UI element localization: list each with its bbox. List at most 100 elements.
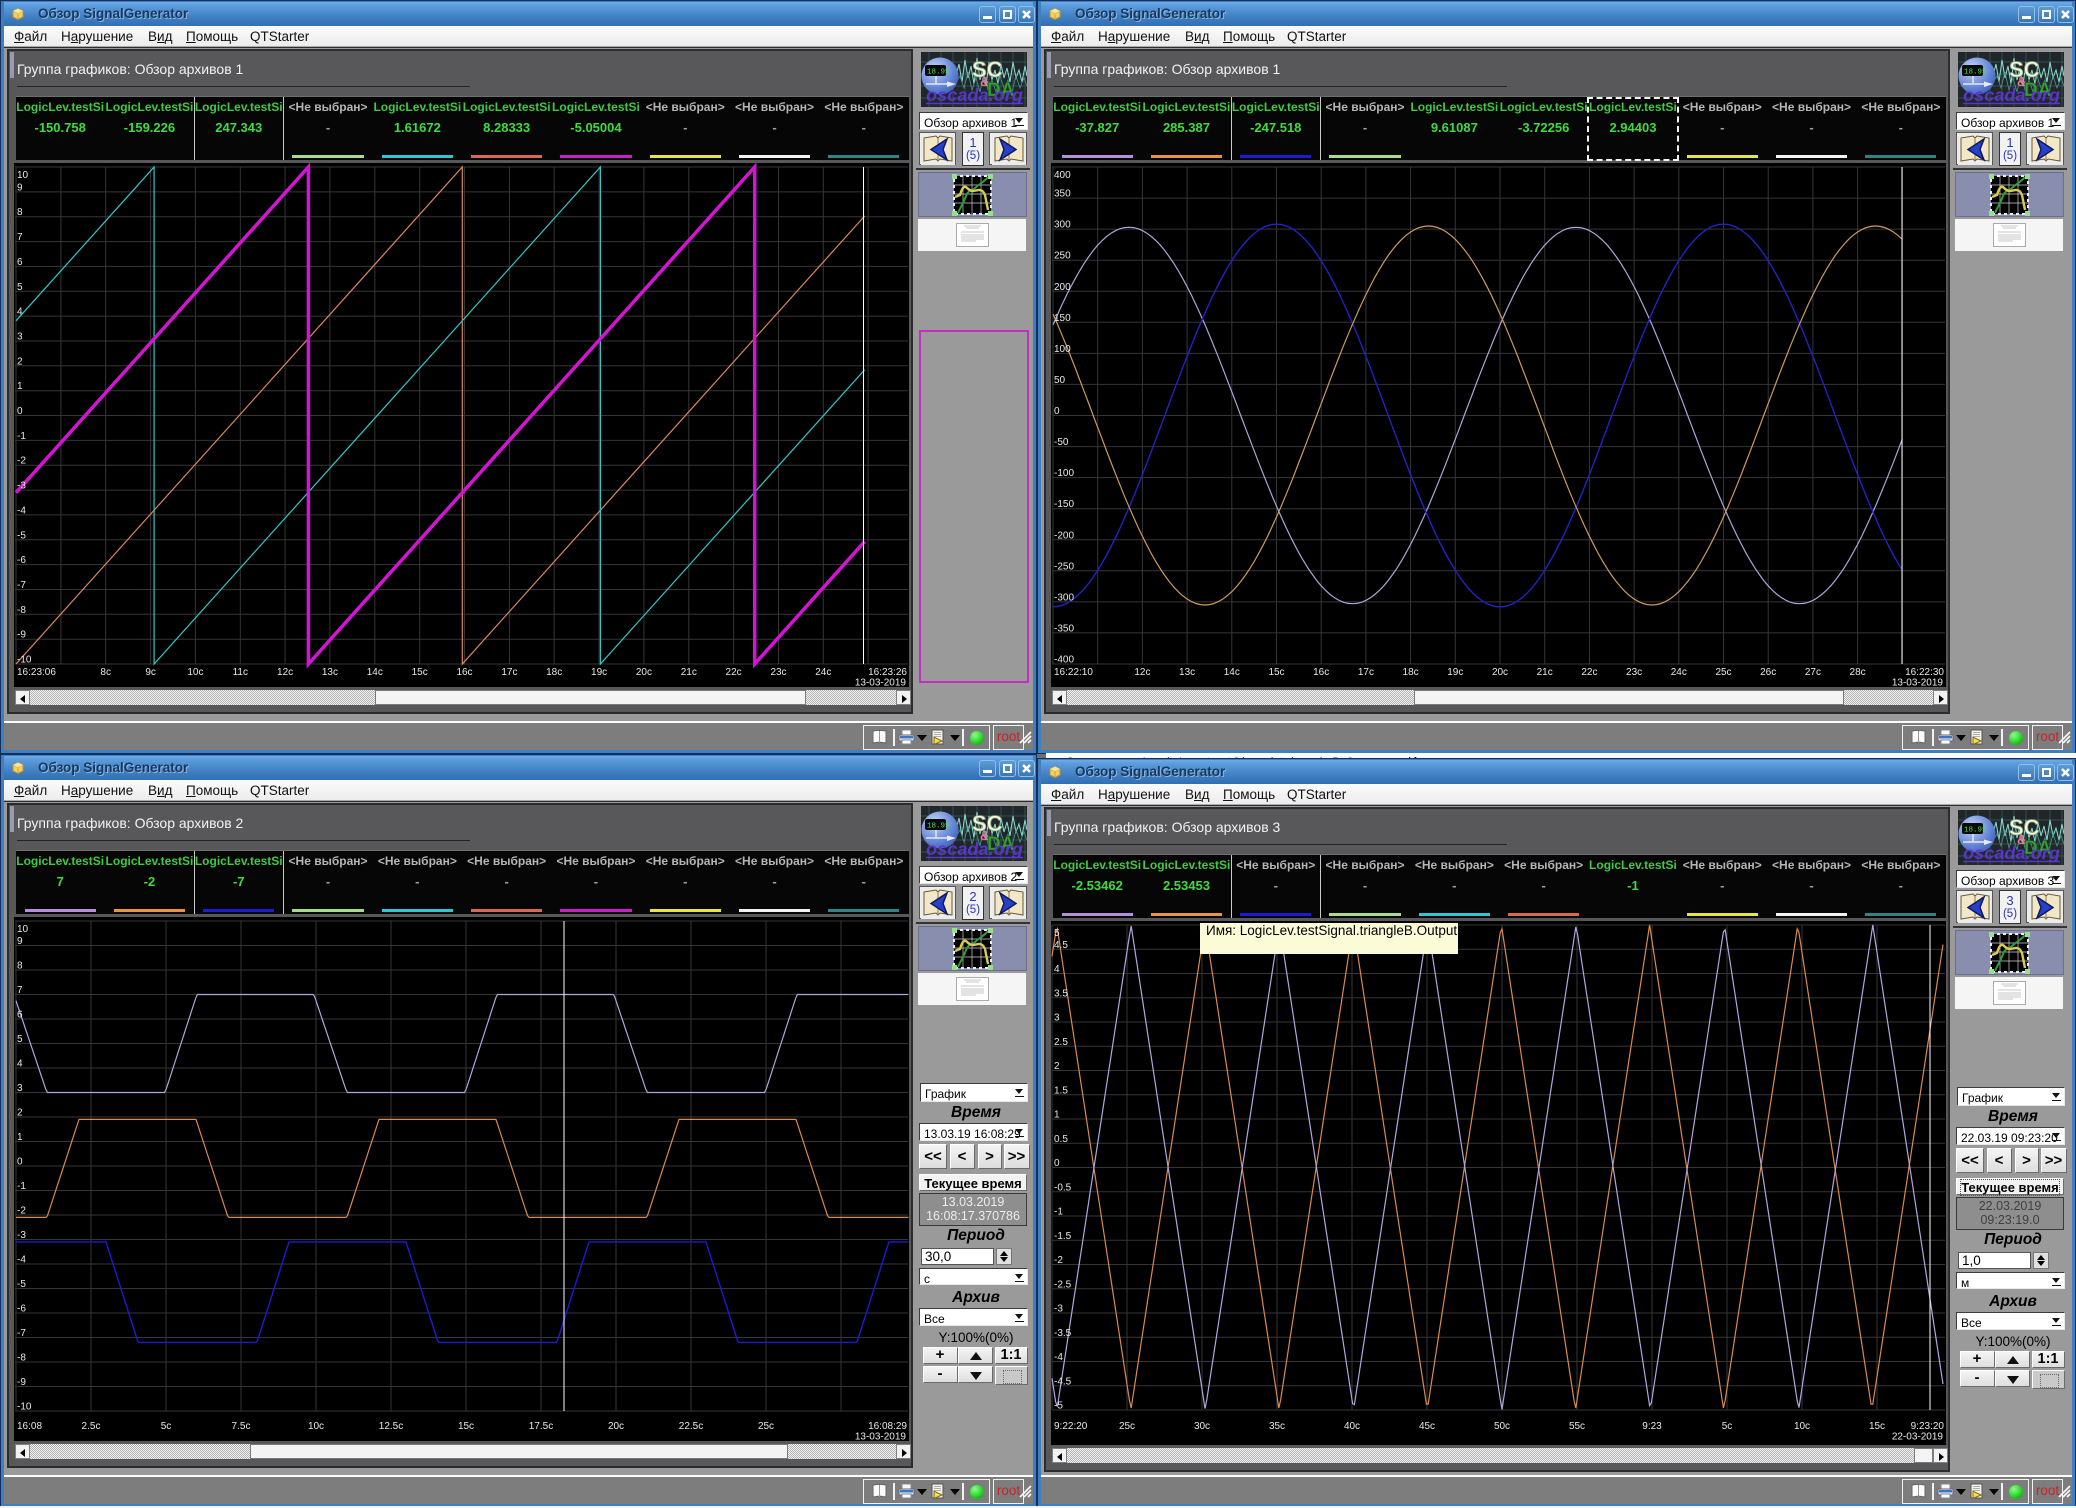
svg-text:18c: 18c: [546, 667, 562, 678]
svg-text:14c: 14c: [367, 667, 383, 678]
svg-text:55c: 55c: [1569, 1421, 1585, 1432]
svg-text:23c: 23c: [770, 667, 786, 678]
svg-text:oscada.org: oscada.org: [926, 839, 1023, 859]
svg-text:-3: -3: [1054, 1304, 1063, 1315]
svg-text:18.95: 18.95: [1964, 69, 1987, 77]
svg-text:-50: -50: [1054, 437, 1069, 448]
svg-text:15c: 15c: [458, 1421, 474, 1432]
svg-text:9:23:20: 9:23:20: [1911, 1421, 1945, 1432]
svg-text:20c: 20c: [1492, 667, 1508, 678]
svg-text:150: 150: [1054, 313, 1071, 324]
svg-text:-9: -9: [17, 630, 26, 641]
svg-text:30c: 30c: [1194, 1421, 1210, 1432]
svg-text:15c: 15c: [1869, 1421, 1885, 1432]
svg-text:21c: 21c: [1537, 667, 1553, 678]
svg-text:20c: 20c: [608, 1421, 624, 1432]
svg-text:16:23:26: 16:23:26: [868, 667, 907, 678]
svg-text:5c: 5c: [161, 1421, 172, 1432]
svg-text:-0.5: -0.5: [1054, 1182, 1072, 1193]
svg-text:oscada.org: oscada.org: [1963, 85, 2060, 105]
svg-text:8: 8: [17, 207, 23, 218]
svg-text:7: 7: [17, 232, 23, 243]
svg-text:200: 200: [1054, 282, 1071, 293]
svg-text:-4.5: -4.5: [1054, 1376, 1072, 1387]
svg-text:-4: -4: [1054, 1352, 1063, 1363]
svg-text:6: 6: [17, 257, 23, 268]
svg-text:-100: -100: [1054, 468, 1074, 479]
svg-text:16:22:30: 16:22:30: [1905, 667, 1944, 678]
svg-text:1: 1: [17, 381, 23, 392]
svg-text:-7: -7: [17, 580, 26, 591]
svg-text:50c: 50c: [1494, 1421, 1510, 1432]
svg-text:11c: 11c: [233, 667, 248, 678]
svg-text:250: 250: [1054, 251, 1071, 262]
svg-text:-1.5: -1.5: [1054, 1231, 1072, 1242]
svg-text:22-03-2019: 22-03-2019: [1892, 1432, 1944, 1443]
svg-text:9:22:20: 9:22:20: [1054, 1421, 1088, 1432]
svg-text:-300: -300: [1054, 592, 1074, 603]
svg-text:2: 2: [1054, 1061, 1060, 1072]
svg-text:8: 8: [17, 961, 23, 972]
svg-text:19c: 19c: [591, 667, 607, 678]
svg-text:24c: 24c: [815, 667, 831, 678]
svg-text:-1: -1: [1054, 1207, 1063, 1218]
svg-text:oscada.org: oscada.org: [926, 85, 1023, 105]
svg-text:8c: 8c: [100, 667, 111, 678]
svg-text:19c: 19c: [1447, 667, 1463, 678]
svg-text:-1: -1: [17, 1181, 26, 1192]
svg-text:13-03-2019: 13-03-2019: [855, 678, 907, 688]
svg-text:-5: -5: [1054, 1401, 1063, 1412]
svg-text:-350: -350: [1054, 623, 1074, 634]
svg-text:16:23:06: 16:23:06: [17, 667, 56, 678]
svg-text:28c: 28c: [1850, 667, 1866, 678]
svg-text:17.5c: 17.5c: [529, 1421, 553, 1432]
svg-text:22c: 22c: [726, 667, 742, 678]
svg-text:-10: -10: [17, 655, 32, 666]
svg-text:0: 0: [17, 406, 23, 417]
svg-text:-3.5: -3.5: [1054, 1328, 1072, 1339]
svg-text:350: 350: [1054, 189, 1071, 200]
svg-text:5c: 5c: [1722, 1421, 1733, 1432]
svg-text:4: 4: [1054, 964, 1060, 975]
svg-text:16c: 16c: [456, 667, 472, 678]
svg-text:-8: -8: [17, 605, 26, 616]
svg-text:-4: -4: [17, 1255, 26, 1266]
svg-text:25c: 25c: [758, 1421, 774, 1432]
svg-text:13c: 13c: [1179, 667, 1195, 678]
svg-text:0.5: 0.5: [1054, 1134, 1068, 1145]
svg-text:23c: 23c: [1626, 667, 1642, 678]
svg-text:9: 9: [17, 936, 23, 947]
svg-text:18.95: 18.95: [927, 823, 950, 831]
svg-text:12.5c: 12.5c: [379, 1421, 403, 1432]
svg-text:4: 4: [17, 1059, 23, 1070]
svg-text:5: 5: [1054, 928, 1060, 939]
svg-text:27c: 27c: [1805, 667, 1821, 678]
svg-text:13-03-2019: 13-03-2019: [855, 1432, 907, 1442]
svg-text:17c: 17c: [501, 667, 517, 678]
svg-text:25c: 25c: [1119, 1421, 1135, 1432]
svg-text:-3: -3: [17, 481, 26, 492]
svg-text:-2: -2: [1054, 1255, 1063, 1266]
svg-text:4: 4: [17, 307, 23, 318]
svg-text:15c: 15c: [1268, 667, 1284, 678]
svg-text:22c: 22c: [1581, 667, 1597, 678]
svg-text:100: 100: [1054, 344, 1071, 355]
svg-text:oscada.org: oscada.org: [1963, 843, 2060, 863]
svg-text:-2: -2: [17, 456, 26, 467]
svg-text:5: 5: [17, 282, 23, 293]
svg-text:2: 2: [17, 356, 23, 367]
svg-text:16c: 16c: [1313, 667, 1329, 678]
svg-text:18.95: 18.95: [1964, 827, 1987, 835]
svg-text:10: 10: [17, 170, 29, 181]
svg-text:15c: 15c: [412, 667, 428, 678]
svg-text:-3: -3: [17, 1230, 26, 1241]
svg-text:9: 9: [17, 182, 23, 193]
svg-text:-5: -5: [17, 530, 26, 541]
svg-text:2.5: 2.5: [1054, 1037, 1068, 1048]
svg-text:10: 10: [17, 924, 29, 935]
svg-text:6: 6: [17, 1010, 23, 1021]
svg-text:-6: -6: [17, 555, 26, 566]
svg-text:0: 0: [1054, 406, 1060, 417]
svg-text:-4: -4: [17, 505, 26, 516]
svg-text:-10: -10: [17, 1402, 32, 1413]
